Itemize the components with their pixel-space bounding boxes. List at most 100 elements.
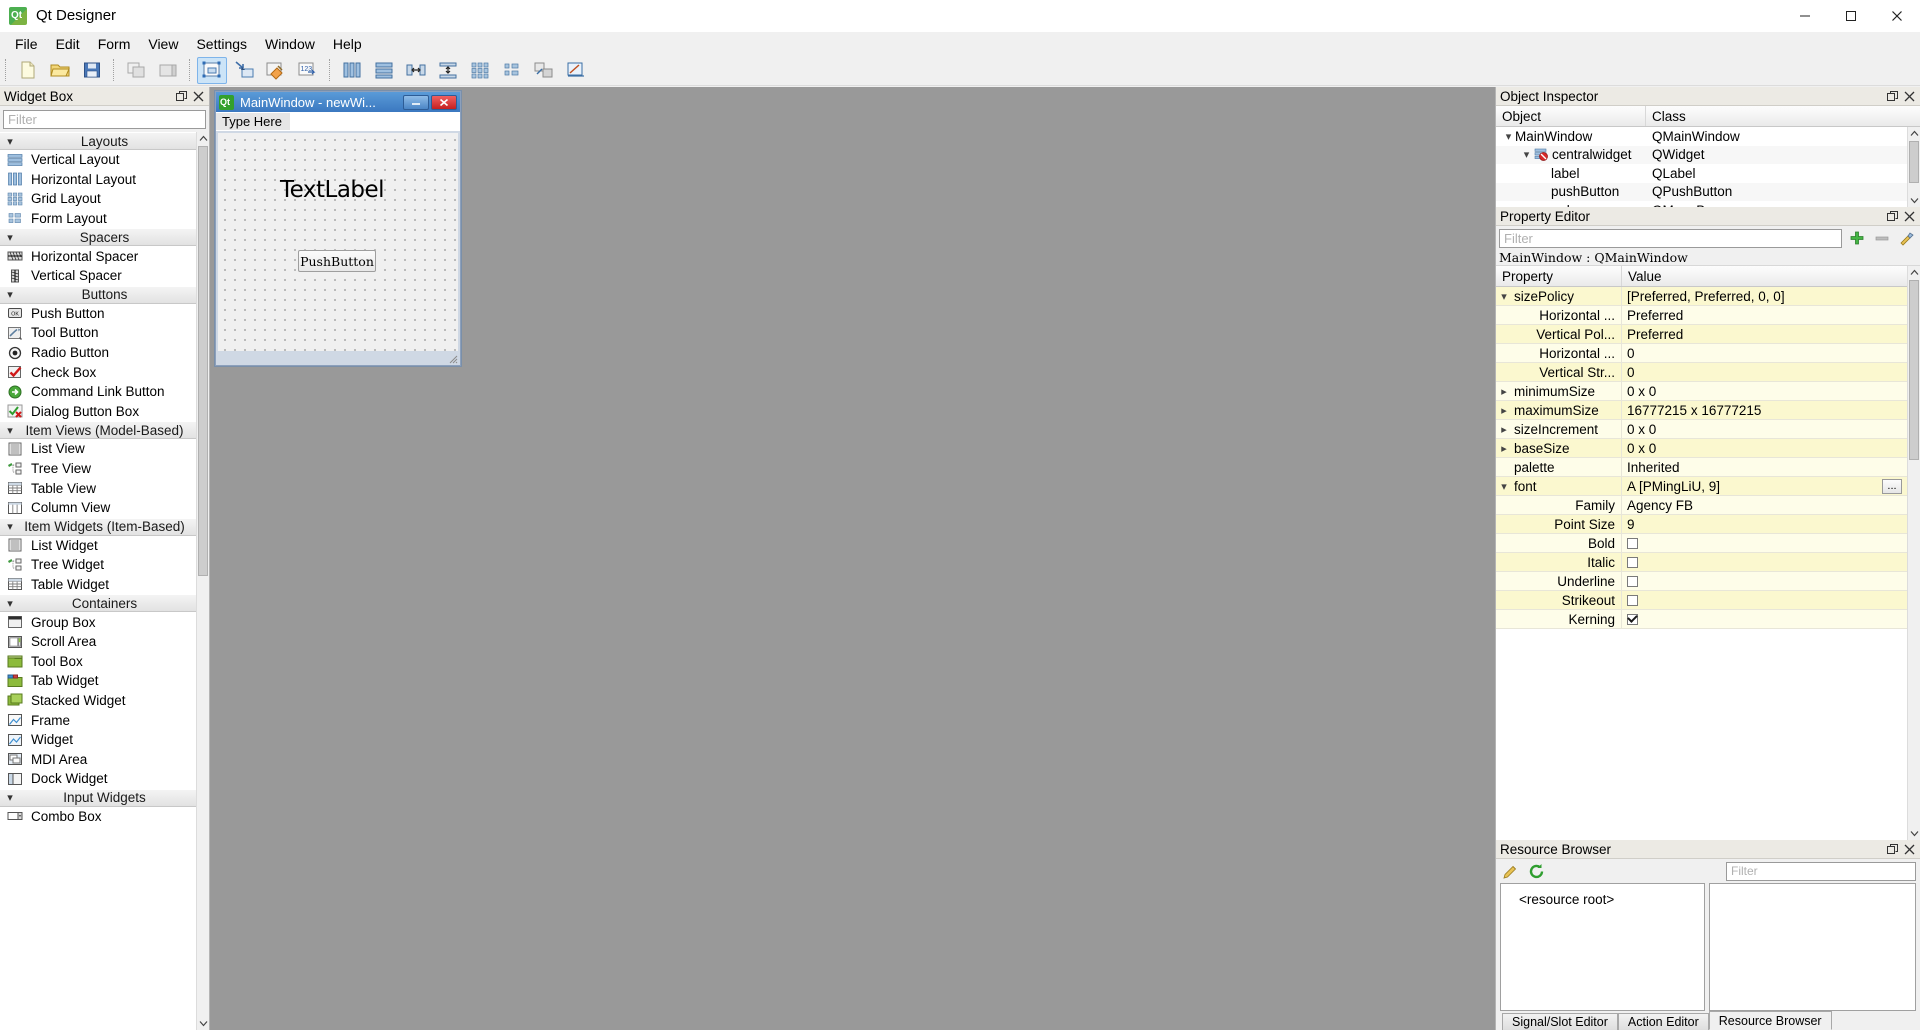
float-icon[interactable] xyxy=(176,90,187,102)
configure-icon[interactable] xyxy=(1897,228,1917,248)
open-folder-icon[interactable] xyxy=(45,57,75,84)
property-editor-grid[interactable]: Property Value ▾ sizePolicy [Preferred, Pr… xyxy=(1496,266,1920,840)
widget-item-command-link-button[interactable]: Command Link Button xyxy=(0,381,209,402)
property-checkbox[interactable] xyxy=(1627,556,1638,568)
property-value[interactable]: 0 xyxy=(1622,363,1920,381)
widget-category-header[interactable]: ▾ Layouts xyxy=(0,132,209,150)
chevron-right-icon[interactable]: ▸ xyxy=(1496,442,1512,455)
design-canvas[interactable]: MainWindow - newWi... Type Here TextLabe… xyxy=(210,87,1495,1030)
property-value[interactable]: Preferred xyxy=(1622,325,1920,343)
menu-window[interactable]: Window xyxy=(256,34,324,54)
property-filter-input[interactable]: Filter xyxy=(1499,228,1842,248)
close-icon[interactable] xyxy=(1874,0,1920,32)
widget-category-header[interactable]: ▾ Containers xyxy=(0,594,209,613)
property-row[interactable]: Bold xyxy=(1496,534,1920,553)
object-inspector-row[interactable]: ▾ MainWindow QMainWindow xyxy=(1496,127,1920,146)
widget-item-vertical-layout[interactable]: Vertical Layout xyxy=(0,150,209,170)
property-row[interactable]: palette Inherited xyxy=(1496,458,1920,477)
adjust-size-icon[interactable] xyxy=(561,57,591,84)
redo-icon[interactable] xyxy=(153,57,183,84)
widget-category-header[interactable]: ▾ Item Views (Model-Based) xyxy=(0,421,209,440)
property-row[interactable]: Horizontal ... Preferred xyxy=(1496,306,1920,325)
property-checkbox[interactable] xyxy=(1627,594,1638,606)
minimize-icon[interactable] xyxy=(403,94,429,110)
widget-item-table-view[interactable]: Table View xyxy=(0,478,209,498)
close-icon[interactable] xyxy=(431,94,457,110)
undo-icon[interactable] xyxy=(121,57,151,84)
property-row[interactable]: Kerning xyxy=(1496,610,1920,629)
widget-box-list[interactable]: ▾ Layouts Vertical Layout Horizontal Layout… xyxy=(0,132,209,1030)
property-value[interactable]: [Preferred, Preferred, 0, 0] xyxy=(1622,287,1920,305)
widget-item-list-widget[interactable]: List Widget xyxy=(0,535,209,556)
property-row[interactable]: ▸ sizeIncrement 0 x 0 xyxy=(1496,420,1920,439)
add-property-icon[interactable] xyxy=(1847,228,1867,248)
object-inspector-row[interactable]: ▾ centralwidget QWidget xyxy=(1496,145,1920,164)
widget-item-check-box[interactable]: Check Box xyxy=(0,362,209,382)
resource-preview-pane[interactable] xyxy=(1709,883,1916,1011)
chevron-down-icon[interactable]: ▾ xyxy=(1520,148,1533,161)
widget-item-tab-widget[interactable]: Tab Widget xyxy=(0,671,209,691)
column-header-property[interactable]: Property xyxy=(1496,266,1622,286)
widget-item-table-widget[interactable]: Table Widget xyxy=(0,574,209,595)
resource-filter-input[interactable]: Filter xyxy=(1726,861,1916,881)
scroll-down-icon[interactable] xyxy=(197,1017,209,1030)
widget-item-tool-box[interactable]: Tool Box xyxy=(0,651,209,672)
widget-box-scrollbar[interactable] xyxy=(196,132,209,1030)
widget-item-form-layout[interactable]: Form Layout xyxy=(0,208,209,229)
widget-item-scroll-area[interactable]: Scroll Area xyxy=(0,631,209,652)
tab-order-icon[interactable]: 123 xyxy=(293,57,323,84)
tab-resource-browser[interactable]: Resource Browser xyxy=(1708,1011,1832,1030)
property-value[interactable]: 0 x 0 xyxy=(1622,420,1920,438)
widget-item-combo-box[interactable]: Combo Box xyxy=(0,806,209,827)
widget-item-tool-button[interactable]: Tool Button xyxy=(0,323,209,343)
property-value[interactable]: 0 xyxy=(1622,344,1920,362)
scrollbar-thumb[interactable] xyxy=(198,146,208,576)
scroll-up-icon[interactable] xyxy=(1908,127,1920,140)
column-header-object[interactable]: Object xyxy=(1496,106,1646,126)
form-push-button[interactable]: PushButton xyxy=(298,250,376,272)
layout-form-icon[interactable] xyxy=(497,57,527,84)
property-checkbox[interactable] xyxy=(1627,613,1638,625)
new-file-icon[interactable] xyxy=(13,57,43,84)
widget-category-header[interactable]: ▾ Spacers xyxy=(0,228,209,247)
object-inspector-row[interactable]: pushButton QPushButton xyxy=(1496,182,1920,201)
widget-item-tree-view[interactable]: Tree View xyxy=(0,458,209,479)
widget-item-radio-button[interactable]: Radio Button xyxy=(0,342,209,363)
property-checkbox[interactable] xyxy=(1627,575,1638,587)
widget-item-widget[interactable]: Widget xyxy=(0,729,209,750)
scroll-down-icon[interactable] xyxy=(1908,827,1920,840)
maximize-icon[interactable] xyxy=(1828,0,1874,32)
resource-tree[interactable]: <resource root> xyxy=(1500,883,1705,1011)
reload-icon[interactable] xyxy=(1526,861,1546,881)
property-row[interactable]: Vertical Str... 0 xyxy=(1496,363,1920,382)
float-icon[interactable] xyxy=(1887,90,1898,102)
save-disk-icon[interactable] xyxy=(77,57,107,84)
scroll-up-icon[interactable] xyxy=(1908,266,1920,279)
widget-category-header[interactable]: ▾ Item Widgets (Item-Based) xyxy=(0,517,209,536)
chevron-down-icon[interactable]: ▾ xyxy=(1496,290,1512,303)
menu-help[interactable]: Help xyxy=(324,34,371,54)
property-row[interactable]: ▸ maximumSize 16777215 x 16777215 xyxy=(1496,401,1920,420)
chevron-down-icon[interactable]: ▾ xyxy=(1502,130,1515,143)
property-row[interactable]: ▾ font A [PMingLiU, 9]... xyxy=(1496,477,1920,496)
type-here-placeholder[interactable]: Type Here xyxy=(216,113,290,130)
widget-category-header[interactable]: ▾ Buttons xyxy=(0,285,209,304)
scroll-up-icon[interactable] xyxy=(197,132,209,145)
object-inspector-scrollbar[interactable] xyxy=(1907,127,1920,207)
widget-item-group-box[interactable]: Group Box xyxy=(0,612,209,632)
property-row[interactable]: ▸ minimumSize 0 x 0 xyxy=(1496,382,1920,401)
tab-signal-slot-editor[interactable]: Signal/Slot Editor xyxy=(1502,1013,1618,1030)
buddies-icon[interactable] xyxy=(261,57,291,84)
menu-settings[interactable]: Settings xyxy=(187,34,256,54)
form-menu-bar[interactable]: Type Here xyxy=(216,112,460,131)
menu-form[interactable]: Form xyxy=(89,34,140,54)
widget-item-dock-widget[interactable]: Dock Widget xyxy=(0,769,209,789)
property-row[interactable]: Point Size 9 xyxy=(1496,515,1920,534)
chevron-right-icon[interactable]: ▸ xyxy=(1496,423,1512,436)
property-row[interactable]: Vertical Pol... Preferred xyxy=(1496,325,1920,344)
close-icon[interactable] xyxy=(1904,211,1915,222)
widget-item-tree-widget[interactable]: Tree Widget xyxy=(0,555,209,575)
property-row[interactable]: ▾ sizePolicy [Preferred, Preferred, 0, 0] xyxy=(1496,287,1920,306)
minimize-icon[interactable] xyxy=(1782,0,1828,32)
object-inspector-row[interactable]: label QLabel xyxy=(1496,164,1920,183)
